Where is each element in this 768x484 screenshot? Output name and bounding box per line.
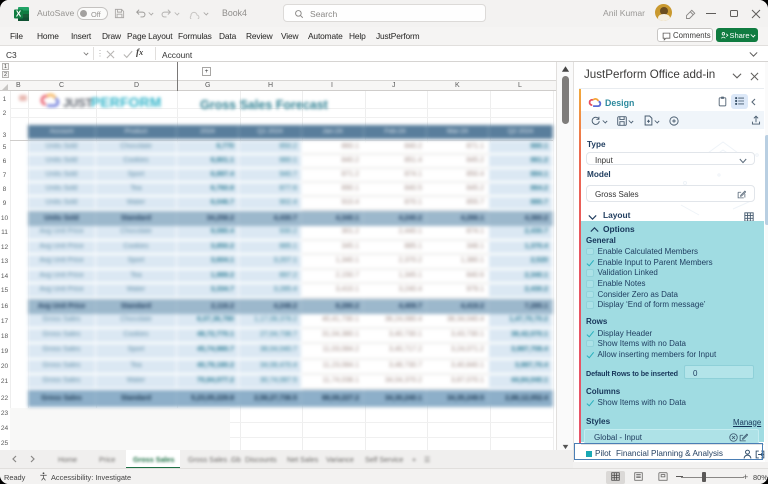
svg-text:X: X (16, 10, 22, 19)
